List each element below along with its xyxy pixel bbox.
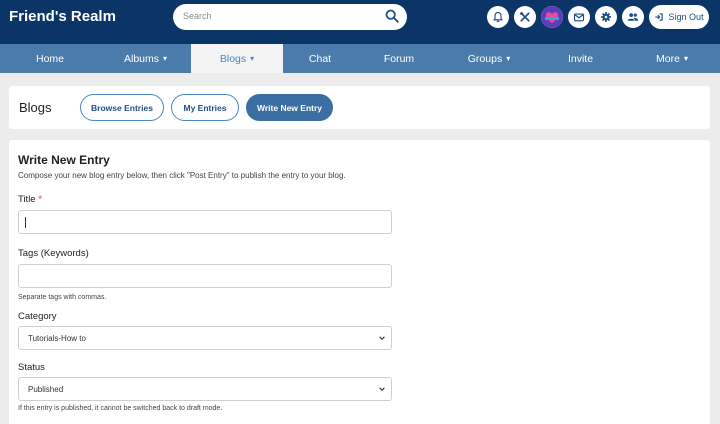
nav-chat[interactable]: Chat (283, 44, 357, 73)
nav-label: Chat (308, 52, 332, 65)
text-cursor (25, 217, 26, 228)
nav-label: More (656, 52, 680, 65)
nav-albums[interactable]: Albums ▾ (100, 44, 191, 73)
sign-out-icon (655, 13, 664, 21)
status-selected-value: Published (28, 385, 64, 394)
search-icon[interactable] (385, 9, 399, 23)
nav-groups[interactable]: Groups ▾ (441, 44, 537, 73)
friends-button[interactable] (622, 6, 644, 28)
main-nav: Home Albums ▾ Blogs ▾ Chat Forum Groups … (0, 44, 720, 73)
blogs-toolbar: Blogs Browse Entries My Entries Write Ne… (9, 86, 710, 129)
avatar[interactable] (541, 6, 563, 28)
gear-icon (601, 12, 611, 22)
sign-out-button[interactable]: Sign Out (649, 5, 709, 29)
chevron-down-icon: ▾ (250, 54, 255, 63)
sign-out-label: Sign Out (668, 12, 704, 22)
users-icon (627, 13, 639, 21)
title-field[interactable] (18, 210, 392, 234)
write-new-entry-button[interactable]: Write New Entry (246, 94, 333, 121)
notifications-button[interactable] (487, 6, 509, 28)
settings-button[interactable] (595, 6, 617, 28)
nav-more[interactable]: More ▾ (624, 44, 720, 73)
tools-icon (520, 12, 530, 22)
category-label: Category (18, 311, 57, 322)
messages-button[interactable] (568, 6, 590, 28)
nav-home[interactable]: Home (0, 44, 100, 73)
tags-field[interactable] (18, 264, 392, 288)
top-header: Friend's Realm Search Sign Out (0, 0, 720, 44)
site-title[interactable]: Friend's Realm (9, 8, 116, 25)
search-input[interactable]: Search (183, 11, 212, 21)
nav-forum[interactable]: Forum (357, 44, 441, 73)
chevron-down-icon: ▾ (683, 54, 688, 63)
tags-hint: Separate tags with commas. (18, 294, 107, 301)
status-select[interactable]: Published (18, 377, 392, 401)
nav-label: Home (35, 52, 64, 65)
browse-entries-button[interactable]: Browse Entries (80, 94, 164, 121)
form-title: Write New Entry (18, 153, 110, 167)
tools-button[interactable] (514, 6, 536, 28)
category-selected-value: Tutorials-How to (28, 334, 86, 343)
page-title: Blogs (19, 100, 52, 115)
chevron-down-icon: ▾ (506, 54, 511, 63)
bell-icon (493, 11, 503, 23)
title-label-text: Title (18, 194, 36, 205)
nav-label: Blogs (219, 52, 247, 65)
title-label: Title * (18, 194, 42, 205)
nav-label: Albums (123, 52, 159, 65)
nav-label: Groups (467, 52, 503, 65)
tags-label: Tags (Keywords) (18, 248, 89, 259)
nav-label: Forum (383, 52, 415, 65)
mail-icon (573, 13, 585, 22)
required-mark: * (38, 194, 42, 205)
chevron-down-icon (379, 336, 385, 340)
search-bar[interactable]: Search (173, 4, 407, 30)
category-select[interactable]: Tutorials-How to (18, 326, 392, 350)
form-description: Compose your new blog entry below, then … (18, 171, 346, 180)
nav-blogs[interactable]: Blogs ▾ (191, 44, 283, 73)
status-hint: If this entry is published, it cannot be… (18, 405, 223, 412)
avatar-image (541, 6, 563, 28)
chevron-down-icon: ▾ (163, 54, 168, 63)
entry-form: Write New Entry Compose your new blog en… (9, 140, 710, 424)
status-label: Status (18, 362, 45, 373)
nav-invite[interactable]: Invite (537, 44, 624, 73)
my-entries-button[interactable]: My Entries (171, 94, 239, 121)
nav-label: Invite (567, 52, 594, 65)
chevron-down-icon (379, 387, 385, 391)
